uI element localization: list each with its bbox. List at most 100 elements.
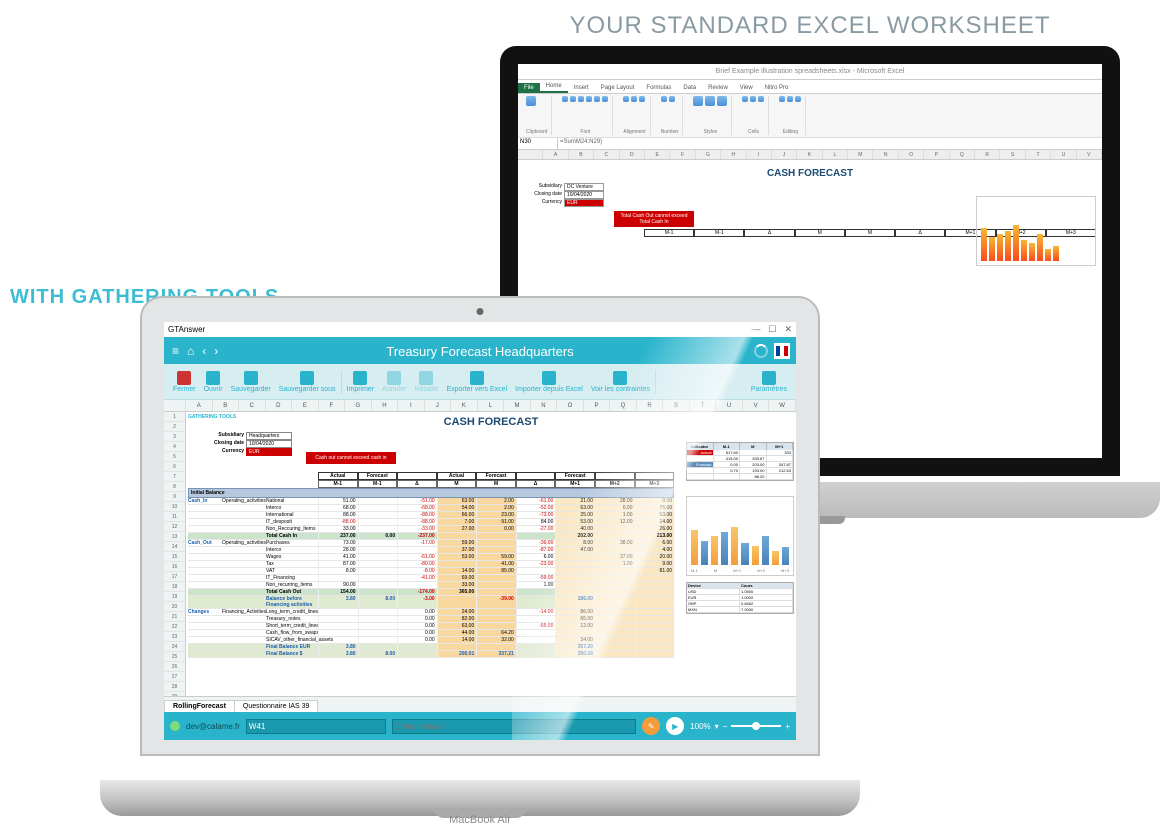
find-icon[interactable] — [795, 96, 801, 102]
ouvrir-button[interactable]: Ouvrir — [201, 371, 226, 393]
sheet-title: CASH FORECAST — [188, 416, 794, 428]
row-headers: 1234567891011121314151617181920212223242… — [164, 412, 186, 696]
annuler-icon — [387, 371, 401, 385]
align-icon[interactable] — [623, 96, 629, 102]
page-title: Treasury Forecast Headquarters — [164, 344, 796, 359]
ouvrir-icon — [206, 371, 220, 385]
tab-formulas[interactable]: Formulas — [640, 83, 677, 93]
tab-view[interactable]: View — [734, 83, 759, 93]
maximize-icon[interactable]: ☐ — [768, 324, 776, 335]
gt-laptop: GTAnswer — ☐ ✕ ≡ ⌂ ‹ › Treasury Forecast… — [100, 296, 860, 796]
sheet-tabs: RollingForecast Questionnaire IAS 39 — [164, 696, 796, 712]
laptop-brand: MacBook Air — [100, 814, 860, 826]
formula-bar: N30 =SumM24:N29) — [518, 138, 1102, 150]
window-titlebar: Brief Example illustration spreadsheets.… — [518, 64, 1102, 80]
zoom-control[interactable]: 100%▾ −+ — [690, 722, 790, 731]
lang-fr-button[interactable] — [774, 343, 790, 359]
border-icon[interactable] — [586, 96, 592, 102]
italic-icon[interactable] — [570, 96, 576, 102]
play-button[interactable]: ▶ — [666, 717, 684, 735]
imprimer-icon — [353, 371, 367, 385]
gt-window: GTAnswer — ☐ ✕ ≡ ⌂ ‹ › Treasury Forecast… — [164, 322, 796, 740]
cond-format-icon[interactable] — [693, 96, 703, 106]
percent-icon[interactable] — [669, 96, 675, 102]
fill-icon[interactable] — [594, 96, 600, 102]
fermer-icon — [177, 371, 191, 385]
file-tab[interactable]: File — [518, 83, 540, 93]
tab-nitro[interactable]: Nitro Pro — [759, 83, 795, 93]
device-panel: DeviceCours USD1.0500EUR1.0000GBP0.8462M… — [686, 582, 794, 614]
underline-icon[interactable] — [578, 96, 584, 102]
font-color-icon[interactable] — [602, 96, 608, 102]
insert-icon[interactable] — [742, 96, 748, 102]
contraintes-icon — [613, 371, 627, 385]
forward-icon[interactable]: › — [214, 344, 218, 358]
formula-input[interactable]: =SumM24:N29) — [558, 138, 1102, 149]
contraintes-button[interactable]: Voir les contraintes — [588, 371, 653, 393]
warning-box: Total Cash Out cannot exceed Total Cash … — [614, 211, 694, 227]
name-box[interactable]: N30 — [518, 138, 558, 149]
tab-rollingforecast[interactable]: RollingForecast — [164, 700, 235, 712]
parametres-button[interactable]: Paramètres — [748, 371, 790, 393]
toolbar: FermerOuvrirSauvegarderSauvegarder sousI… — [164, 364, 796, 400]
tab-questionnaire[interactable]: Questionnaire IAS 39 — [234, 700, 319, 712]
validate-button[interactable]: ✎ — [642, 717, 660, 735]
tab-home[interactable]: Home — [540, 81, 568, 93]
annuler-button[interactable]: Annuler — [379, 371, 409, 393]
back-icon[interactable]: ‹ — [202, 344, 206, 358]
fermer-button[interactable]: Fermer — [170, 371, 199, 393]
wrap-icon[interactable] — [631, 96, 637, 102]
sauvegarder-sous-icon — [300, 371, 314, 385]
import-excel-icon — [542, 371, 556, 385]
import-excel-button[interactable]: Importer depuis Excel — [512, 371, 586, 393]
ribbon-body: Clipboard Font Alignment Number Styles C… — [518, 94, 1102, 138]
user-email: dev@calame.fr — [186, 722, 240, 731]
sum-icon[interactable] — [779, 96, 785, 102]
retablir-button[interactable]: Rétablir — [411, 371, 441, 393]
export-excel-icon — [470, 371, 484, 385]
paste-icon[interactable] — [526, 96, 536, 106]
gathering-tools-logo: GATHERING TOOLS — [188, 414, 236, 420]
column-headers: ABCDEFGHIJKLMNOPQRSTUV — [518, 150, 1102, 160]
imprimer-button[interactable]: Imprimer — [344, 371, 378, 393]
sauvegarder-icon — [244, 371, 258, 385]
mini-chart — [976, 196, 1096, 266]
footer-bar: dev@calame.fr ✎ ▶ 100%▾ −+ — [164, 712, 796, 740]
warning-box: Cash out cannot exceed cash in — [306, 452, 396, 464]
window-titlebar: GTAnswer — ☐ ✕ — [164, 322, 796, 338]
column-headers: ABCDEFGHIJKLMNOPQRSTUVW — [164, 400, 796, 412]
zoom-slider[interactable] — [731, 725, 781, 727]
delete-icon[interactable] — [750, 96, 756, 102]
forecast-table: ActualForecastActualForecastForecast M-1… — [188, 472, 674, 658]
retablir-icon — [419, 371, 433, 385]
close-icon[interactable]: ✕ — [784, 324, 792, 335]
tab-pagelayout[interactable]: Page Layout — [595, 83, 641, 93]
home-icon[interactable]: ⌂ — [187, 344, 194, 358]
cell-reference-input[interactable] — [246, 719, 386, 734]
sheet-title: CASH FORECAST — [524, 168, 1096, 179]
app-name: GTAnswer — [168, 325, 205, 334]
format-table-icon[interactable] — [705, 96, 715, 106]
menu-icon[interactable]: ≡ — [172, 344, 179, 358]
indicator-panel: IndicatorM-1MM+1 Actual617.60333415.0033… — [686, 442, 794, 481]
sort-icon[interactable] — [787, 96, 793, 102]
parametres-icon — [762, 371, 776, 385]
minimize-icon[interactable]: — — [751, 324, 760, 335]
spreadsheet-area: ABCDEFGHIJKLMNOPQRSTUVW 1234567891011121… — [164, 400, 796, 696]
sauvegarder-button[interactable]: Sauvegarder — [228, 371, 274, 393]
number-format-icon[interactable] — [661, 96, 667, 102]
merge-icon[interactable] — [639, 96, 645, 102]
cell-styles-icon[interactable] — [717, 96, 727, 106]
bold-icon[interactable] — [562, 96, 568, 102]
tab-data[interactable]: Data — [677, 83, 702, 93]
app-header: ≡ ⌂ ‹ › Treasury Forecast Headquarters — [164, 338, 796, 364]
tab-review[interactable]: Review — [702, 83, 734, 93]
comment-input[interactable] — [392, 719, 636, 734]
format-icon[interactable] — [758, 96, 764, 102]
export-excel-button[interactable]: Exporter vers Excel — [443, 371, 510, 393]
sauvegarder-sous-button[interactable]: Sauvegarder sous — [276, 371, 339, 393]
sync-icon[interactable] — [754, 344, 768, 358]
status-dot-icon — [170, 721, 180, 731]
tab-insert[interactable]: Insert — [568, 83, 595, 93]
section-initial-balance: Initial Balance — [188, 488, 674, 498]
